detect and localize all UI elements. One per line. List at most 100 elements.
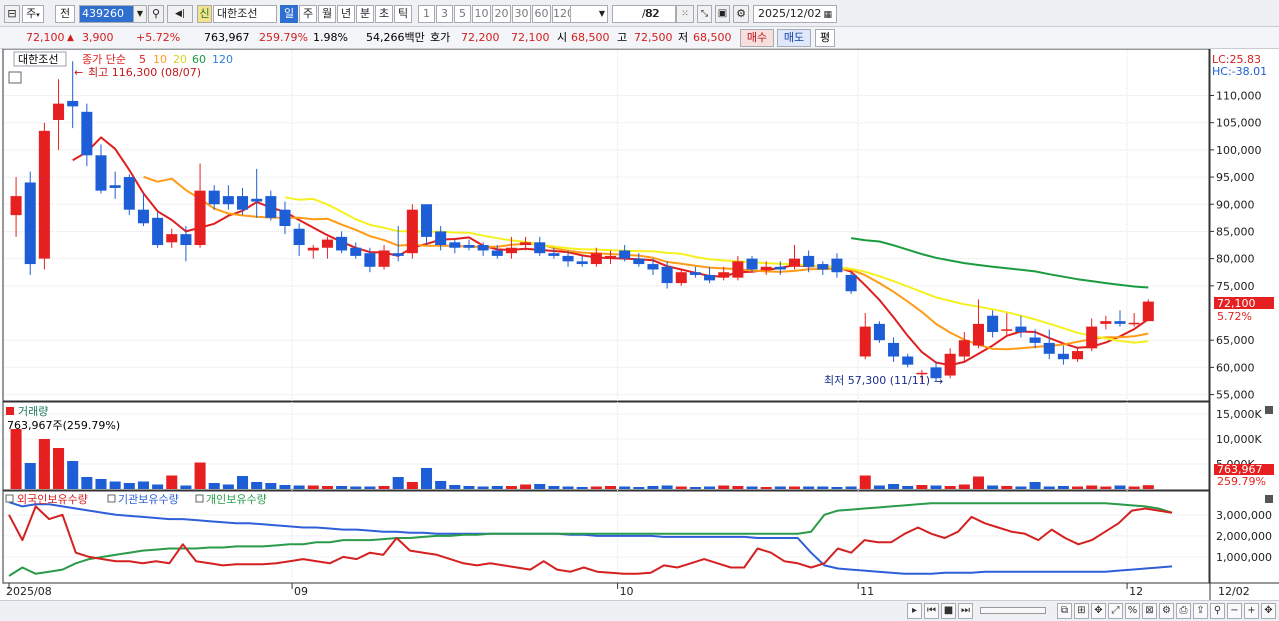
eval-button[interactable]: 평 [815,29,835,47]
volume-legend-swatch [6,407,14,415]
volume-bar [647,486,659,489]
candle-body [293,228,305,246]
scroll-right-icon[interactable]: ▸ [907,603,922,619]
scroll-start-icon[interactable]: ⏮ [924,603,939,619]
scroll-end-icon[interactable]: ⏭ [958,603,973,619]
minute-tab-1[interactable]: 3 [436,5,453,23]
volume-bar [633,487,645,489]
candle-body [463,245,475,248]
period-tab-0[interactable]: 일 [280,5,298,23]
period-tab-3[interactable]: 년 [337,5,355,23]
volume-bar [392,477,404,489]
foreign-holdings-line [8,505,1173,575]
percent-icon[interactable]: % [1125,603,1140,619]
custom-period-select[interactable]: ▼ [570,5,608,23]
stock-name-field[interactable]: 대한조선 [213,5,277,23]
volume-bar [435,481,447,489]
candle-body [619,250,631,259]
minute-tab-6[interactable]: 60 [532,5,551,23]
candle-body [180,234,192,246]
export-icon[interactable]: ⇪ [1193,603,1208,619]
crosshair-icon[interactable]: ✥ [1091,603,1106,619]
sound-icon[interactable]: ◀| [167,5,193,23]
volume-panel-close-icon[interactable] [1265,406,1273,414]
draw-line-icon[interactable]: ⤡ [697,5,712,23]
minute-tab-3[interactable]: 10 [472,5,491,23]
volume-bar [81,477,93,489]
period-tab-2[interactable]: 월 [318,5,336,23]
price-change-pct: +5.72% [136,31,181,44]
zoom-in-icon[interactable]: + [1244,603,1259,619]
candle-body [265,196,277,218]
volume-bar [845,486,857,489]
candle-body [987,315,999,333]
volume-bar [562,486,574,489]
layout-icon[interactable]: ⧉ [1057,603,1072,619]
candle-body [718,272,730,278]
window-icon[interactable]: ⊟ [4,5,20,23]
period-tab-6[interactable]: 틱 [394,5,412,23]
grid-icon[interactable]: ⁙ [676,5,694,23]
zoom-out-icon[interactable]: − [1227,603,1242,619]
lock-icon[interactable]: ⊠ [1142,603,1157,619]
institution-holdings-line [8,501,1173,575]
volume-bar [449,485,461,489]
volume-bar [1114,485,1126,489]
period-tab-4[interactable]: 분 [356,5,374,23]
code-dropdown-icon[interactable]: ▼ [133,5,147,23]
minute-tab-0[interactable]: 1 [418,5,435,23]
legend-ma-120: 120 [212,53,233,66]
volume-bar [958,484,970,489]
prev-button[interactable]: 전 [55,5,75,23]
minute-tab-5[interactable]: 30 [512,5,531,23]
legend-ma-label: 종가 단순 [82,53,126,66]
price-tick-label: 55,000 [1216,389,1255,402]
volume-bar [704,486,716,489]
chart-area[interactable]: 110,000 105,000 100,000 95,000 90,000 85,000 8… [0,49,1279,600]
volume-bar [180,485,192,489]
copy-icon[interactable]: ⊞ [1074,603,1089,619]
market-selector[interactable]: 주▾ [22,5,44,23]
sell-button[interactable]: 매도 [777,29,811,47]
volume-value-label: 763,967주(259.79%) [7,419,120,432]
volume-bar [1001,486,1013,489]
print-icon[interactable]: ⎙ [1176,603,1191,619]
volume-bar [916,485,928,489]
volume-bar [95,479,107,489]
candle-body [477,245,489,251]
volume-bar [137,481,149,489]
pan-icon[interactable]: ✥ [1261,603,1276,619]
zoom-slider[interactable] [980,607,1046,614]
candle-body [534,242,546,254]
candle-body [81,111,93,156]
candle-body [873,323,885,341]
save-icon[interactable]: ▣ [715,5,730,23]
period-tab-1[interactable]: 주 [299,5,317,23]
stock-code-input[interactable]: 439260 [79,5,137,23]
chevron-down-icon: ▼ [598,9,605,18]
minute-tab-2[interactable]: 5 [454,5,471,23]
search-icon[interactable]: ⚲ [148,5,164,23]
settings-small-icon[interactable]: ⚙ [1159,603,1174,619]
candle-body [746,258,758,270]
candle-body [237,196,249,210]
holdings-panel-close-icon[interactable] [1265,495,1273,503]
period-tab-5[interactable]: 초 [375,5,393,23]
volume-title: 거래량 [18,405,48,418]
volume-bar [788,486,801,489]
holdings-tick-label: 1,000,000 [1216,551,1272,564]
volume-bar [732,486,744,489]
date-field[interactable]: 2025/12/02 ▦ [753,5,837,23]
table-icon[interactable] [8,71,22,84]
volume-bar [53,448,65,489]
quote-bar: 72,100 ▲ 3,900 +5.72% 763,967 259.79% 1.… [0,27,1279,49]
buy-button[interactable]: 매수 [740,29,774,47]
volume-bar [109,481,121,489]
zoom-search-icon[interactable]: ⚲ [1210,603,1225,619]
stop-icon[interactable]: ■ [941,603,956,619]
fit-icon[interactable]: ⤢ [1108,603,1123,619]
minute-tab-4[interactable]: 20 [492,5,511,23]
gear-icon[interactable]: ⚙ [733,5,749,23]
volume-ratio: 259.79% [259,31,308,44]
holdings-tick-label: 3,000,000 [1216,509,1272,522]
